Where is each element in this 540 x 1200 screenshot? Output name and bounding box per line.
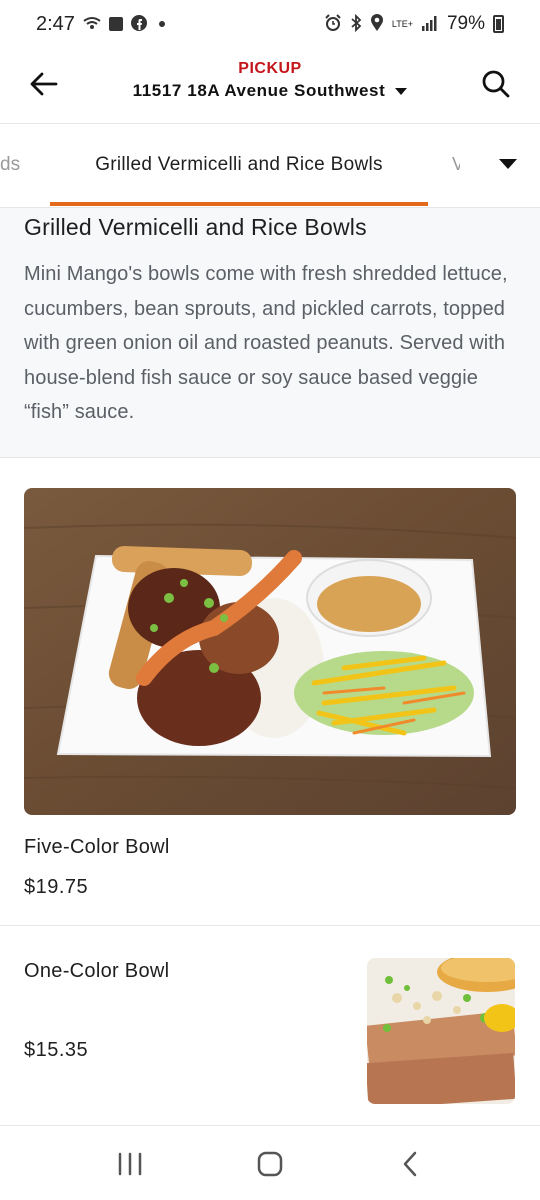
category-section: Grilled Vermicelli and Rice Bowls Mini M…	[0, 208, 540, 458]
home-button[interactable]	[240, 1140, 300, 1188]
arrow-left-icon	[30, 72, 58, 96]
pickup-label: PICKUP	[238, 60, 302, 77]
menu-item-five-color-bowl[interactable]: Five-Color Bowl $19.75	[0, 458, 540, 926]
lte-icon: LTE+	[391, 18, 413, 29]
location-icon	[370, 13, 384, 35]
signal-icon	[421, 15, 439, 34]
category-description: Mini Mango's bowls come with fresh shred…	[24, 263, 508, 423]
back-icon	[403, 1151, 417, 1177]
chevron-down-icon	[395, 87, 408, 95]
battery-icon	[493, 15, 504, 33]
status-right: LTE+ 79%	[324, 13, 504, 35]
dot-icon	[158, 21, 165, 27]
status-bar: 2:47 LTE+ 79%	[0, 0, 540, 48]
tab-grilled-vermicelli-and-rice-bowls[interactable]: Grilled Vermicelli and Rice Bowls	[50, 124, 428, 206]
system-back-button[interactable]	[380, 1140, 440, 1188]
bluetooth-icon	[350, 13, 362, 35]
tab-active-indicator	[50, 202, 428, 206]
battery-percent: 79%	[446, 13, 485, 34]
menu-item-one-color-bowl[interactable]: One-Color Bowl $15.35	[0, 926, 540, 1126]
item-name: One-Color Bowl	[24, 960, 170, 982]
back-button[interactable]	[22, 62, 66, 106]
status-left: 2:47	[36, 13, 165, 36]
tab-previous[interactable]: ds	[0, 154, 20, 176]
tab-next[interactable]: V	[452, 154, 460, 175]
notification-icon	[108, 17, 123, 31]
item-price: $15.35	[24, 1039, 89, 1061]
home-icon	[257, 1151, 283, 1177]
address-row[interactable]: 11517 18A Avenue Southwest	[90, 81, 450, 101]
tab-label: Grilled Vermicelli and Rice Bowls	[95, 154, 383, 175]
facebook-icon	[130, 14, 147, 34]
search-icon	[482, 70, 510, 98]
status-time: 2:47	[36, 12, 75, 35]
five-color-bowl-image[interactable]	[24, 488, 516, 815]
category-tabs: ds Grilled Vermicelli and Rice Bowls V	[0, 124, 540, 208]
alarm-icon	[324, 13, 342, 35]
item-name: Five-Color Bowl	[24, 836, 170, 858]
category-title: Grilled Vermicelli and Rice Bowls	[24, 214, 367, 240]
one-color-bowl-image[interactable]	[367, 958, 515, 1104]
caret-down-icon	[499, 159, 517, 169]
pickup-location-selector[interactable]: PICKUP 11517 18A Avenue Southwest	[90, 60, 450, 101]
tabs-menu-button[interactable]	[496, 152, 520, 176]
wifi-calling-icon	[83, 16, 101, 33]
search-button[interactable]	[474, 62, 518, 106]
item-price: $19.75	[24, 876, 89, 898]
recent-apps-button[interactable]	[100, 1140, 160, 1188]
header: PICKUP 11517 18A Avenue Southwest	[0, 48, 540, 124]
system-nav-bar	[0, 1128, 540, 1200]
pickup-address: 11517 18A Avenue Southwest	[132, 81, 386, 100]
recent-apps-icon	[118, 1152, 142, 1176]
